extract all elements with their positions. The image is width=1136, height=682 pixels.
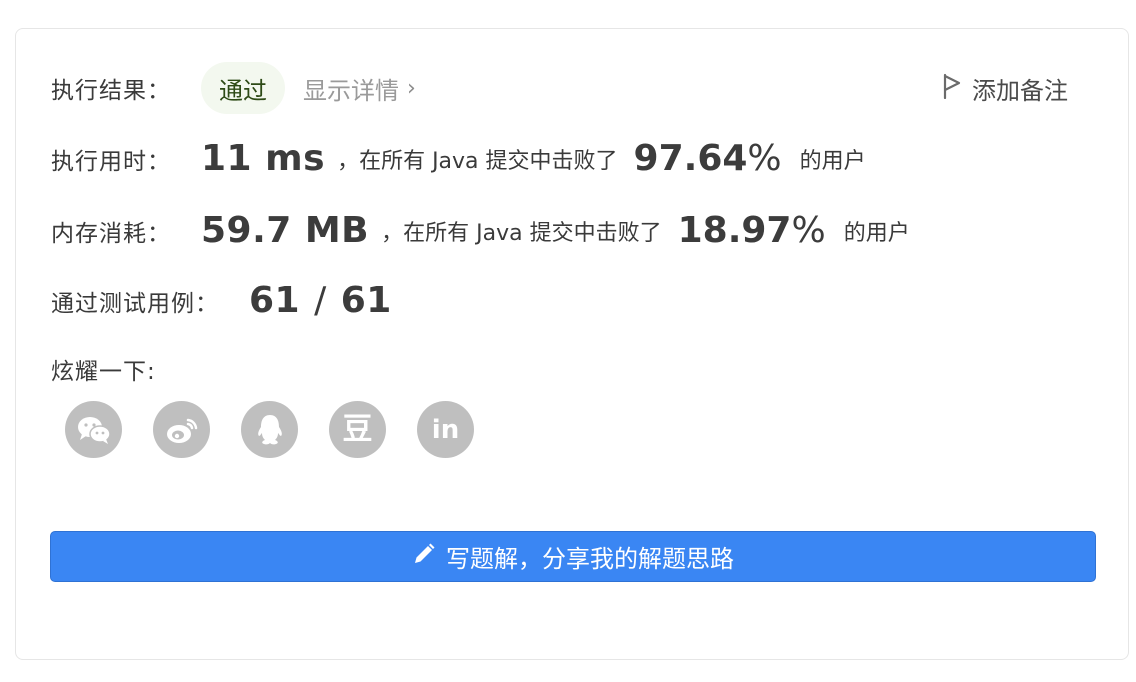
status-badge: 通过	[201, 62, 285, 114]
testcases-passed: 61	[249, 280, 301, 321]
testcases-separator: /	[314, 280, 327, 321]
weibo-icon[interactable]	[153, 401, 210, 458]
result-row: 执行结果： 通过 显示详情 ›	[51, 62, 416, 114]
linkedin-icon[interactable]: in	[417, 401, 474, 458]
runtime-label: 执行用时：	[51, 148, 171, 175]
social-share-icons: 豆 in	[65, 401, 474, 458]
add-note-label: 添加备注	[972, 77, 1068, 105]
memory-suffix: 的用户	[843, 220, 910, 246]
memory-beat-text: ，在所有 Java 提交中击败了	[381, 220, 662, 246]
show-details-label: 显示详情	[303, 76, 399, 105]
memory-percent-sign: %	[791, 210, 826, 251]
memory-label: 内存消耗：	[51, 220, 171, 247]
runtime-percent-value: 97.64	[633, 138, 748, 179]
submission-result-card: 执行结果： 通过 显示详情 › 添加备注 执行用时： 11 ms ，在所有 Ja…	[15, 28, 1129, 660]
douban-icon[interactable]: 豆	[329, 401, 386, 458]
testcases-label: 通过测试用例：	[51, 290, 219, 317]
wechat-icon[interactable]	[65, 401, 122, 458]
write-solution-label: 写题解，分享我的解题思路	[446, 545, 734, 573]
testcases-total: 61	[340, 280, 392, 321]
write-solution-button[interactable]: 写题解，分享我的解题思路	[50, 531, 1096, 582]
result-label: 执行结果：	[51, 78, 171, 104]
linkedin-glyph: in	[431, 414, 460, 445]
pencil-icon	[412, 542, 436, 572]
runtime-suffix: 的用户	[799, 148, 866, 174]
qq-icon[interactable]	[241, 401, 298, 458]
share-label: 炫耀一下:	[51, 359, 156, 385]
runtime-percent: 97.64%	[634, 138, 782, 179]
memory-percent-value: 18.97	[677, 210, 792, 251]
show-details-link[interactable]: 显示详情 ›	[303, 71, 416, 106]
chevron-right-icon: ›	[407, 75, 416, 101]
add-note-button[interactable]: 添加备注	[942, 71, 1068, 106]
share-row: 炫耀一下:	[51, 352, 156, 386]
runtime-row: 执行用时： 11 ms ，在所有 Java 提交中击败了 97.64% 的用户	[51, 138, 866, 179]
testcases-row: 通过测试用例： 61 / 61	[51, 280, 392, 321]
runtime-beat-text: ，在所有 Java 提交中击败了	[337, 148, 618, 174]
flag-icon	[942, 73, 962, 105]
memory-percent: 18.97%	[678, 210, 826, 251]
memory-row: 内存消耗： 59.7 MB ，在所有 Java 提交中击败了 18.97% 的用…	[51, 210, 910, 251]
runtime-value: 11 ms	[201, 138, 326, 179]
douban-glyph: 豆	[342, 411, 373, 447]
runtime-percent-sign: %	[747, 138, 782, 179]
memory-value: 59.7 MB	[201, 210, 370, 251]
